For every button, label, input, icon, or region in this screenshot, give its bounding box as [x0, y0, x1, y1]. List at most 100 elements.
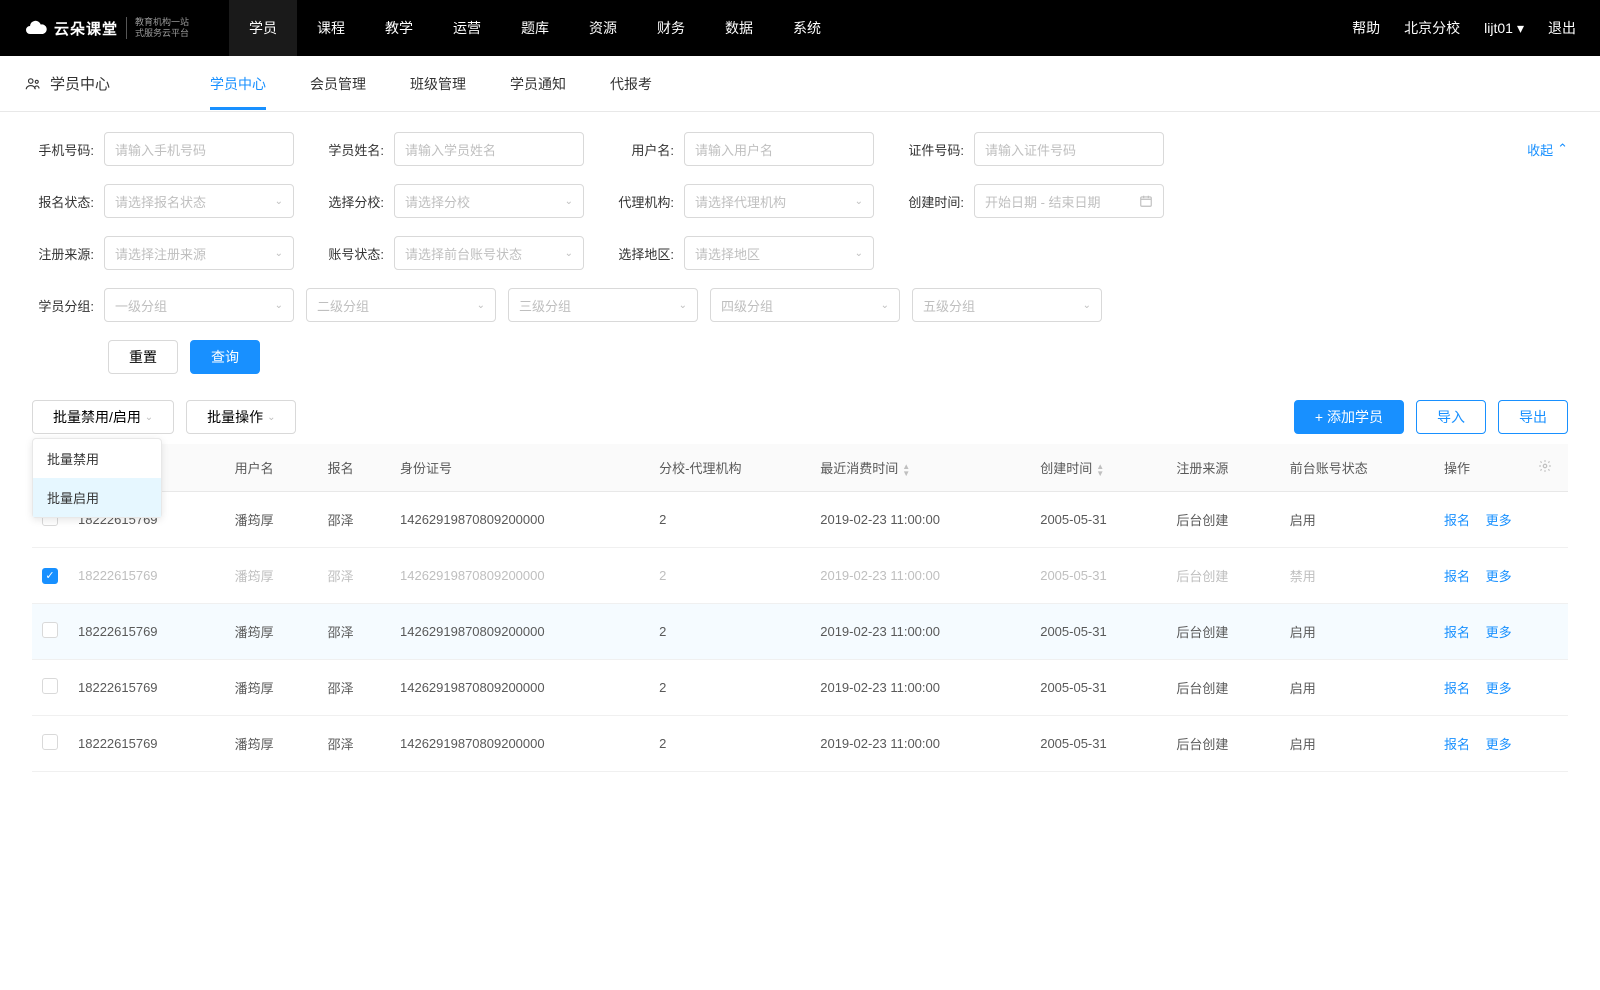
batch-toggle-button[interactable]: 批量禁用/启用 ⌄ [32, 400, 174, 434]
tab-student-center[interactable]: 学员中心 [210, 58, 266, 110]
chevron-down-icon: ⌄ [275, 196, 283, 207]
chevron-down-icon: ⌄ [565, 248, 573, 259]
nav-teaching[interactable]: 教学 [365, 0, 433, 56]
cell-phone: 18222615769 [68, 716, 225, 772]
row-more-link[interactable]: 更多 [1486, 513, 1512, 528]
region-select[interactable]: 请选择地区⌄ [684, 236, 874, 270]
nav-data[interactable]: 数据 [705, 0, 773, 56]
row-checkbox[interactable] [42, 678, 58, 694]
import-button[interactable]: 导入 [1416, 400, 1486, 434]
option-batch-enable[interactable]: 批量启用 [33, 478, 161, 517]
chevron-down-icon: ⌄ [855, 196, 863, 207]
collapse-toggle[interactable]: 收起 ⌃ [1527, 132, 1568, 166]
tab-proxy-exam[interactable]: 代报考 [610, 58, 652, 110]
idnum-input[interactable]: 请输入证件号码 [974, 132, 1164, 166]
group-level5-select[interactable]: 五级分组⌄ [912, 288, 1102, 322]
nav-finance[interactable]: 财务 [637, 0, 705, 56]
row-enroll-link[interactable]: 报名 [1444, 737, 1470, 752]
search-button[interactable]: 查询 [190, 340, 260, 374]
cell-enroll: 邵泽 [318, 716, 390, 772]
row-more-link[interactable]: 更多 [1486, 681, 1512, 696]
nav-courses[interactable]: 课程 [297, 0, 365, 56]
filter-label-name: 学员姓名: [322, 140, 384, 159]
calendar-icon [1139, 194, 1153, 208]
cell-username: 潘筠厚 [225, 492, 318, 548]
gear-icon[interactable] [1538, 459, 1552, 473]
row-enroll-link[interactable]: 报名 [1444, 625, 1470, 640]
filter-label-source: 注册来源: [32, 244, 94, 263]
row-checkbox[interactable] [42, 734, 58, 750]
top-nav: 云朵课堂 教育机构一站 式服务云平台 学员 课程 教学 运营 题库 资源 财务 … [0, 0, 1600, 56]
row-enroll-link[interactable]: 报名 [1444, 513, 1470, 528]
account-status-select[interactable]: 请选择前台账号状态⌄ [394, 236, 584, 270]
logo-subtitle: 教育机构一站 式服务云平台 [126, 17, 189, 39]
cell-createtime: 2005-05-31 [1030, 492, 1166, 548]
col-status: 前台账号状态 [1280, 444, 1434, 492]
sub-tabs: 学员中心 会员管理 班级管理 学员通知 代报考 [210, 58, 652, 110]
col-createtime[interactable]: 创建时间▲▼ [1030, 444, 1166, 492]
col-op: 操作 [1434, 444, 1528, 492]
cell-branch: 2 [649, 604, 810, 660]
chevron-down-icon: ⌄ [275, 248, 283, 259]
branch-select[interactable]: 请选择分校⌄ [394, 184, 584, 218]
row-more-link[interactable]: 更多 [1486, 737, 1512, 752]
row-more-link[interactable]: 更多 [1486, 625, 1512, 640]
group-level3-select[interactable]: 三级分组⌄ [508, 288, 698, 322]
caret-down-icon: ▾ [1517, 20, 1524, 37]
cell-enroll: 邵泽 [318, 548, 390, 604]
agency-select[interactable]: 请选择代理机构⌄ [684, 184, 874, 218]
branch-link[interactable]: 北京分校 [1404, 18, 1460, 38]
nav-system[interactable]: 系统 [773, 0, 841, 56]
cell-phone: 18222615769 [68, 548, 225, 604]
option-batch-disable[interactable]: 批量禁用 [33, 439, 161, 478]
chevron-down-icon: ⌄ [881, 300, 889, 311]
cell-status: 启用 [1280, 716, 1434, 772]
tab-member-mgmt[interactable]: 会员管理 [310, 58, 366, 110]
nav-operations[interactable]: 运营 [433, 0, 501, 56]
table-row: 18222615769 潘筠厚 邵泽 14262919870809200000 … [32, 492, 1568, 548]
add-student-button[interactable]: + 添加学员 [1294, 400, 1404, 434]
group-level1-select[interactable]: 一级分组⌄ [104, 288, 294, 322]
cell-idcard: 14262919870809200000 [390, 716, 649, 772]
col-lastconsume[interactable]: 最近消费时间▲▼ [810, 444, 1030, 492]
nav-students[interactable]: 学员 [229, 0, 297, 56]
phone-input[interactable]: 请输入手机号码 [104, 132, 294, 166]
cell-op: 报名 更多 [1434, 492, 1568, 548]
register-source-select[interactable]: 请选择注册来源⌄ [104, 236, 294, 270]
help-link[interactable]: 帮助 [1352, 18, 1380, 38]
cell-op: 报名 更多 [1434, 604, 1568, 660]
row-enroll-link[interactable]: 报名 [1444, 569, 1470, 584]
cell-op: 报名 更多 [1434, 716, 1568, 772]
tab-student-notify[interactable]: 学员通知 [510, 58, 566, 110]
group-level2-select[interactable]: 二级分组⌄ [306, 288, 496, 322]
row-checkbox[interactable]: ✓ [42, 568, 58, 584]
export-button[interactable]: 导出 [1498, 400, 1568, 434]
cloud-icon [24, 16, 48, 40]
reset-button[interactable]: 重置 [108, 340, 178, 374]
tab-class-mgmt[interactable]: 班级管理 [410, 58, 466, 110]
filter-label-createtime: 创建时间: [902, 192, 964, 211]
batch-op-button[interactable]: 批量操作 ⌄ [186, 400, 296, 434]
chevron-down-icon: ⌄ [267, 412, 275, 423]
col-username: 用户名 [225, 444, 318, 492]
row-more-link[interactable]: 更多 [1486, 569, 1512, 584]
table-row: ✓ 18222615769 潘筠厚 邵泽 1426291987080920000… [32, 548, 1568, 604]
row-enroll-link[interactable]: 报名 [1444, 681, 1470, 696]
chevron-down-icon: ⌄ [477, 300, 485, 311]
user-menu[interactable]: lijt01▾ [1484, 20, 1524, 37]
cell-username: 潘筠厚 [225, 604, 318, 660]
create-time-range[interactable]: 开始日期 - 结束日期 [974, 184, 1164, 218]
nav-question-bank[interactable]: 题库 [501, 0, 569, 56]
row-checkbox[interactable] [42, 622, 58, 638]
cell-op: 报名 更多 [1434, 548, 1568, 604]
cell-createtime: 2005-05-31 [1030, 660, 1166, 716]
filter-label-region: 选择地区: [612, 244, 674, 263]
group-level4-select[interactable]: 四级分组⌄ [710, 288, 900, 322]
name-input[interactable]: 请输入学员姓名 [394, 132, 584, 166]
cell-source: 后台创建 [1166, 716, 1279, 772]
logout-link[interactable]: 退出 [1548, 18, 1576, 38]
table-row: 18222615769 潘筠厚 邵泽 14262919870809200000 … [32, 604, 1568, 660]
enroll-status-select[interactable]: 请选择报名状态⌄ [104, 184, 294, 218]
username-input[interactable]: 请输入用户名 [684, 132, 874, 166]
nav-resources[interactable]: 资源 [569, 0, 637, 56]
